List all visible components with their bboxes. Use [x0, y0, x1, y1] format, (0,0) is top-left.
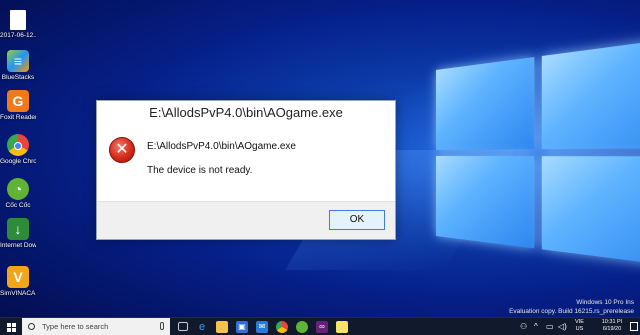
desktop-icon-coccoc[interactable]: ◔ Cốc Cốc [0, 178, 36, 210]
logo-pane [436, 57, 535, 150]
action-center-icon[interactable] [630, 322, 638, 331]
logo-pane [436, 156, 535, 249]
watermark-edition: Windows 10 Pro Ins [576, 299, 634, 306]
keyboard-layout: US [575, 326, 584, 332]
chrome-icon [7, 134, 29, 156]
windows-start-icon-part [12, 323, 16, 327]
desktop-icon-label: 2017-06-12... [0, 32, 36, 39]
windows-start-icon-part [7, 328, 11, 332]
store-icon[interactable]: ▣ [236, 321, 248, 333]
task-view-icon[interactable] [178, 322, 188, 331]
watermark-build: Evaluation copy. Build 16215.rs_prerelea… [509, 308, 634, 315]
windows-start-icon-part [12, 328, 16, 332]
clock-time: 10:31 PI [601, 319, 623, 325]
desktop-icon-idm[interactable]: ↓ Internet Downloa... [0, 218, 36, 250]
people-icon[interactable]: ⚇ [520, 322, 527, 332]
edge-icon[interactable]: e [196, 321, 208, 333]
desktop-icon-label: BlueStacks [1, 74, 35, 81]
simvinaca-icon: V [7, 266, 29, 288]
dialog-footer: OK [97, 201, 395, 239]
show-hidden-icons-chevron[interactable]: ^ [534, 322, 538, 332]
search-icon [28, 323, 35, 330]
desktop-icon-bluestacks[interactable]: ≡ BlueStacks [0, 50, 36, 82]
desktop-icon-chrome[interactable]: Google Chrome [0, 134, 36, 166]
desktop-icon-simvinaca[interactable]: V SimVINACA... - Shortcut [0, 266, 36, 298]
desktop-icon-label: Foxit Reader [0, 114, 36, 121]
error-dialog: E:\AllodsPvP4.0\bin\AOgame.exe ✕ E:\Allo… [96, 100, 396, 240]
coccoc-icon[interactable] [296, 321, 308, 333]
chrome-icon[interactable] [276, 321, 288, 333]
bluestacks-icon: ≡ [7, 50, 29, 72]
logo-pane [541, 36, 640, 150]
desktop-icon-foxit[interactable]: G Foxit Reader [0, 90, 36, 122]
dialog-title[interactable]: E:\AllodsPvP4.0\bin\AOgame.exe [97, 101, 395, 125]
sticky-notes-icon[interactable] [336, 321, 348, 333]
desktop-icon-label: Internet Downloa... [0, 242, 36, 249]
clock-date: 6/19/20 [602, 326, 622, 332]
windows-start-icon [7, 323, 11, 327]
search-placeholder: Type here to search [42, 322, 109, 331]
desktop-icon-label: Cốc Cốc [5, 202, 31, 209]
desktop-icon-document[interactable]: 2017-06-12... [0, 10, 36, 40]
logo-pane [541, 156, 640, 269]
dialog-message: The device is not ready. [147, 165, 253, 176]
windows-logo-wallpaper [436, 36, 640, 275]
foxit-icon: G [7, 90, 29, 112]
coccoc-icon: ◔ [7, 178, 29, 200]
language-code: VIE [575, 319, 584, 325]
desktop-icon-label: SimVINACA... - Shortcut [0, 290, 36, 297]
volume-icon[interactable]: ◁) [558, 322, 567, 332]
language-indicator[interactable]: VIE US [575, 319, 584, 333]
taskbar: Type here to search e ▣ ✉ ∞ ⚇ ^ ▭ ◁) VIE… [0, 317, 640, 335]
start-button[interactable] [0, 318, 22, 335]
idm-icon: ↓ [7, 218, 29, 240]
dialog-path-text: E:\AllodsPvP4.0\bin\AOgame.exe [147, 141, 296, 152]
microphone-icon[interactable] [160, 322, 164, 330]
visual-studio-icon[interactable]: ∞ [316, 321, 328, 333]
error-icon: ✕ [109, 137, 135, 163]
taskbar-search-box[interactable]: Type here to search [22, 318, 170, 335]
ok-button[interactable]: OK [329, 210, 385, 230]
dialog-content: ✕ E:\AllodsPvP4.0\bin\AOgame.exe The dev… [97, 125, 395, 201]
network-icon[interactable]: ▭ [546, 322, 554, 332]
taskbar-clock[interactable]: 10:31 PI 6/19/20 [594, 319, 630, 333]
file-explorer-icon[interactable] [216, 321, 228, 333]
desktop-icon-label: Google Chrome [0, 158, 36, 165]
mail-icon[interactable]: ✉ [256, 321, 268, 333]
document-icon [10, 10, 26, 30]
